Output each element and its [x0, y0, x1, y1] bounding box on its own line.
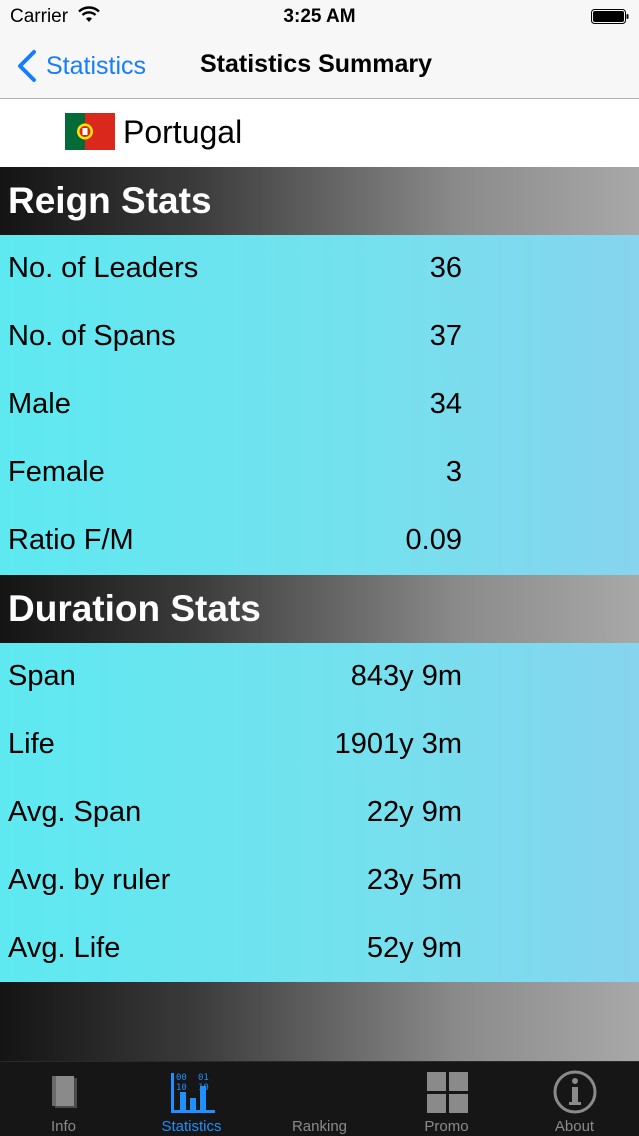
portugal-flag-icon — [65, 113, 115, 150]
stat-value: 1901y 3m — [334, 728, 462, 760]
chevron-left-icon — [18, 50, 36, 82]
statistics-icon: 00 01 10 10 — [170, 1073, 215, 1113]
stat-row: Avg. Life 52y 9m — [0, 915, 639, 983]
clock-time: 3:25 AM — [283, 6, 356, 27]
tab-info[interactable]: Info — [0, 1062, 127, 1136]
duration-stats-header: Duration Stats — [0, 575, 639, 643]
stat-row: Male 34 — [0, 371, 639, 439]
stat-label: Avg. by ruler — [8, 864, 171, 896]
stat-label: Ratio F/M — [8, 524, 134, 556]
stat-label: Avg. Life — [8, 932, 121, 964]
stat-row: Female 3 — [0, 439, 639, 507]
stat-value: 34 — [429, 388, 462, 420]
stat-row: No. of Leaders 36 — [0, 235, 639, 303]
svg-text:01: 01 — [198, 1073, 209, 1083]
stat-value: 52y 9m — [366, 932, 462, 964]
svg-text:10: 10 — [176, 1083, 187, 1093]
stat-label: Female — [8, 456, 105, 488]
tab-statistics[interactable]: 00 01 10 10 Statistics — [128, 1062, 255, 1136]
stat-row: Ratio F/M 0.09 — [0, 507, 639, 575]
tab-statistics-label: Statistics — [161, 1118, 222, 1135]
svg-text:00: 00 — [176, 1073, 187, 1083]
stat-value: 37 — [429, 320, 462, 352]
stat-label: Avg. Span — [8, 796, 142, 828]
country-row: Portugal — [0, 100, 639, 167]
grid-icon — [426, 1072, 468, 1113]
stat-label: Life — [8, 728, 55, 760]
status-bar: Carrier 3:25 AM — [0, 0, 639, 36]
tab-ranking[interactable]: Ranking — [256, 1062, 383, 1136]
reign-stats-header: Reign Stats — [0, 167, 639, 235]
stat-label: No. of Spans — [8, 320, 176, 352]
stat-label: Span — [8, 660, 76, 692]
stat-row: Avg. by ruler 23y 5m — [0, 847, 639, 915]
tab-ranking-label: Ranking — [291, 1118, 348, 1135]
reign-stats-list: No. of Leaders 36 No. of Spans 37 Male 3… — [0, 235, 639, 575]
stat-label: Male — [8, 388, 71, 420]
stat-row: Span 843y 9m — [0, 643, 639, 711]
page-title: Statistics Summary — [200, 50, 433, 78]
tab-about-label: About — [554, 1118, 595, 1135]
navigation-bar: Statistics Statistics Summary — [0, 36, 639, 99]
stat-value: 36 — [429, 252, 462, 284]
stat-value: 22y 9m — [366, 796, 462, 828]
empty-footer-area — [0, 982, 639, 1061]
country-name: Portugal — [123, 114, 243, 150]
tab-promo-label: Promo — [424, 1118, 469, 1135]
stat-value: 23y 5m — [366, 864, 462, 896]
stat-value: 843y 9m — [350, 660, 462, 692]
stat-value: 3 — [445, 456, 462, 488]
back-button-label: Statistics — [46, 51, 147, 80]
svg-text:10: 10 — [198, 1083, 209, 1093]
tab-info-label: Info — [50, 1118, 77, 1135]
stat-row: No. of Spans 37 — [0, 303, 639, 371]
stat-row: Life 1901y 3m — [0, 711, 639, 779]
book-icon — [51, 1076, 77, 1108]
tab-promo[interactable]: Promo — [383, 1062, 510, 1136]
tab-about[interactable]: About — [511, 1062, 638, 1136]
stat-row: Avg. Span 22y 9m — [0, 779, 639, 847]
stat-value: 0.09 — [405, 524, 462, 556]
tab-bar: Info 00 01 10 10 Statistics Ranking Prom… — [0, 1061, 639, 1136]
back-button[interactable]: Statistics — [16, 48, 146, 84]
info-icon — [553, 1070, 596, 1114]
stat-label: No. of Leaders — [8, 252, 199, 284]
battery-icon — [591, 9, 629, 24]
duration-stats-list: Span 843y 9m Life 1901y 3m Avg. Span 22y… — [0, 643, 639, 982]
